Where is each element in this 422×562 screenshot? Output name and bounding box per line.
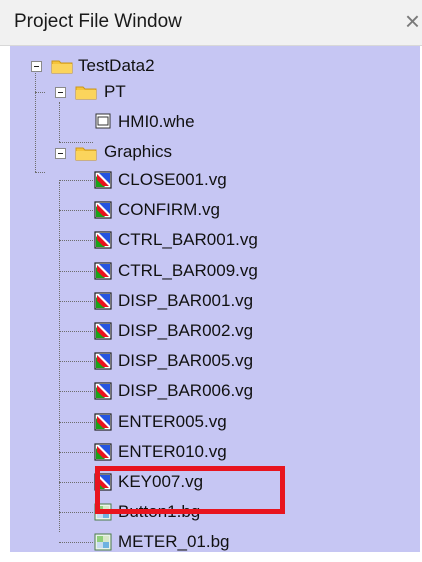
highlight-box xyxy=(95,466,285,514)
vector-graphic-icon xyxy=(94,352,112,370)
tree-line xyxy=(59,240,93,241)
tree-line xyxy=(59,271,93,272)
tree-line xyxy=(59,210,93,211)
folder-icon xyxy=(75,147,97,161)
vector-graphic-icon xyxy=(94,322,112,340)
tree-item-graphic[interactable]: DISP_BAR005.vg xyxy=(118,351,253,371)
tree-line xyxy=(35,68,36,172)
tree-line xyxy=(59,391,93,392)
tree-line xyxy=(59,180,93,181)
tree-line xyxy=(59,422,93,423)
tree-item-pt[interactable]: PT xyxy=(104,82,126,102)
tree-item-graphic[interactable]: CTRL_BAR001.vg xyxy=(118,230,258,250)
tree-line xyxy=(59,512,93,513)
tree-item-graphic[interactable]: CONFIRM.vg xyxy=(118,200,220,220)
tree-item-testdata2[interactable]: TestData2 xyxy=(78,56,155,76)
tree-item-graphic[interactable]: CTRL_BAR009.vg xyxy=(118,261,258,281)
bitmap-graphic-icon xyxy=(94,533,112,551)
vector-graphic-icon xyxy=(94,171,112,189)
tree-line xyxy=(59,452,93,453)
folder-icon xyxy=(75,86,97,100)
tree-line xyxy=(59,142,93,143)
tree-item-graphic[interactable]: CLOSE001.vg xyxy=(118,170,227,190)
screen-file-icon xyxy=(95,113,111,129)
tree-line xyxy=(59,182,60,532)
tree-item-graphic[interactable]: METER_01.bg xyxy=(118,532,230,552)
tree-item-graphic[interactable]: ENTER010.vg xyxy=(118,442,227,462)
window-title: Project File Window xyxy=(14,11,182,32)
panel-bottom-edge xyxy=(0,552,422,562)
tree-line xyxy=(59,542,93,543)
tree-item-hmi0[interactable]: HMI0.whe xyxy=(118,112,195,132)
expander-pt[interactable] xyxy=(55,87,66,98)
tree-line xyxy=(59,361,93,362)
vector-graphic-icon xyxy=(94,413,112,431)
expander-graphics[interactable] xyxy=(55,148,66,159)
tree-line xyxy=(35,92,45,93)
tree-item-graphics[interactable]: Graphics xyxy=(104,142,172,162)
vector-graphic-icon xyxy=(94,292,112,310)
tree-line xyxy=(59,102,60,142)
vector-graphic-icon xyxy=(94,382,112,400)
vector-graphic-icon xyxy=(94,262,112,280)
vector-graphic-icon xyxy=(94,443,112,461)
tree-line xyxy=(59,331,93,332)
panel-left-margin xyxy=(0,46,10,556)
expander-testdata2[interactable] xyxy=(31,61,42,72)
vector-graphic-icon xyxy=(94,231,112,249)
tree-item-graphic[interactable]: DISP_BAR002.vg xyxy=(118,321,253,341)
vector-graphic-icon xyxy=(94,201,112,219)
window-title-bar: Project File Window × xyxy=(0,0,422,46)
folder-icon xyxy=(51,60,73,74)
tree-item-graphic[interactable]: DISP_BAR006.vg xyxy=(118,381,253,401)
tree-line xyxy=(59,301,93,302)
close-icon[interactable]: × xyxy=(405,8,420,34)
tree-item-graphic[interactable]: DISP_BAR001.vg xyxy=(118,291,253,311)
tree-item-graphic[interactable]: ENTER005.vg xyxy=(118,412,227,432)
tree-line xyxy=(59,482,93,483)
tree-line xyxy=(35,172,45,173)
